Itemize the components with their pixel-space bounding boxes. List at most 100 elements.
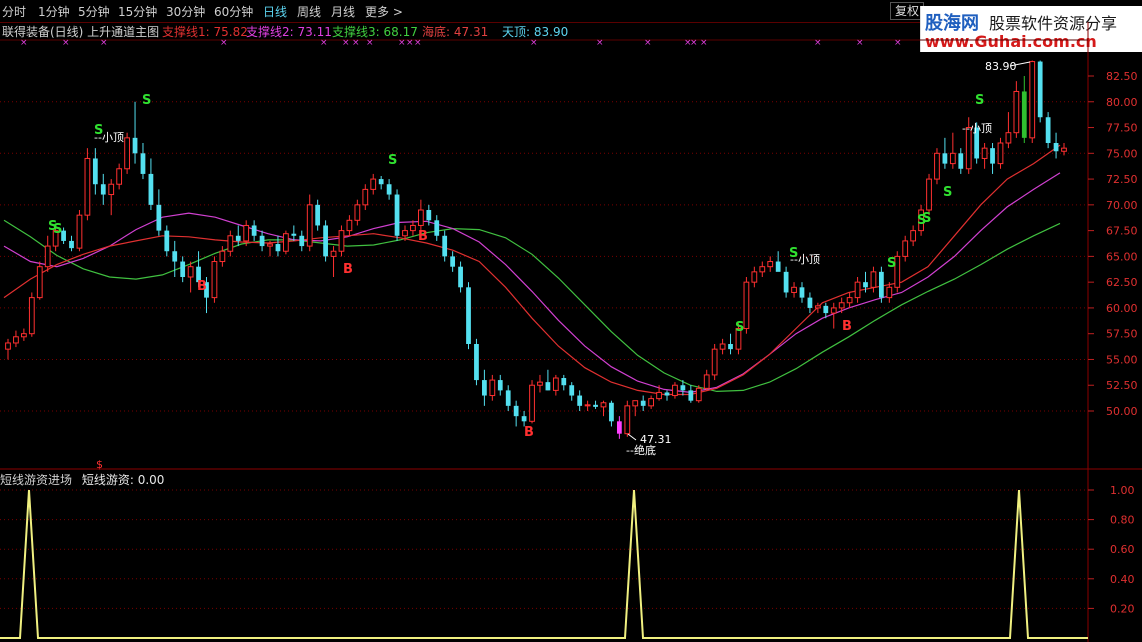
candle-body: [227, 235, 234, 252]
price-tick-label: 62.50: [1106, 276, 1138, 289]
candle-body: [28, 297, 35, 335]
candle-body: [759, 266, 766, 273]
indicator-header: 短线游资进场 短线游资: 0.00: [0, 471, 164, 488]
candle-body: [910, 230, 917, 242]
candle-body: [537, 381, 543, 386]
candle-body: [545, 382, 551, 391]
indicator-tick-label: 0.60: [1110, 543, 1135, 556]
price-tick-label: 82.50: [1106, 70, 1138, 83]
candle-body: [997, 142, 1004, 165]
candle-body: [346, 219, 353, 232]
candle-body: [315, 204, 321, 226]
candle-body: [140, 153, 146, 174]
sell-signal: S: [142, 93, 151, 108]
x-marker: ×: [320, 38, 328, 48]
candle-body: [767, 261, 774, 268]
candle-body: [458, 266, 463, 288]
candle-body: [219, 250, 226, 263]
candle-body: [672, 384, 678, 397]
candle-body: [814, 305, 821, 309]
candle-body: [442, 235, 448, 257]
candle-body: [569, 385, 575, 396]
candle-body: [949, 152, 956, 165]
dollar-mark: $: [96, 458, 103, 471]
candle-body: [370, 178, 377, 190]
candle-body: [830, 307, 837, 314]
candle-body: [680, 385, 686, 391]
candle-body: [243, 224, 250, 242]
support-line-1: [3, 144, 1061, 396]
price-tick-label: 75.00: [1106, 147, 1138, 160]
buy-signal: B: [842, 319, 852, 334]
candle-body: [879, 271, 884, 298]
candle-body: [719, 343, 726, 350]
x-marker: ×: [406, 38, 414, 48]
candle-body: [775, 261, 781, 272]
sky-top-label: 83.90: [985, 60, 1017, 73]
price-tick-label: 70.00: [1106, 199, 1138, 212]
candle-body: [338, 230, 345, 252]
candle-body: [854, 281, 861, 299]
candle-body: [306, 204, 313, 247]
candle-body: [561, 378, 567, 386]
candle-body: [410, 224, 416, 232]
candle-body: [323, 225, 328, 257]
candle-body: [251, 225, 257, 236]
candle-body: [656, 391, 662, 400]
x-marker: ×: [20, 38, 28, 48]
candle-body: [1029, 61, 1036, 139]
sell-signal: S: [943, 185, 952, 200]
candle-body: [275, 244, 281, 252]
candle-body: [299, 235, 305, 247]
candle-body: [283, 233, 289, 252]
x-marker: ×: [814, 38, 822, 48]
x-marker: ×: [398, 38, 406, 48]
buy-signal: B: [343, 262, 353, 277]
candle-body: [378, 179, 384, 185]
candle-body: [36, 266, 43, 299]
x-marker: ×: [644, 38, 652, 48]
candle-body: [1037, 61, 1043, 118]
small-top-text-1: --小顶: [94, 131, 124, 144]
candle-body: [1045, 117, 1051, 143]
x-marker: ×: [596, 38, 604, 48]
candle-body: [823, 305, 829, 314]
indicator-pane: 0.20 0.40 0.60 0.80 1.00: [0, 484, 1135, 639]
candle-body: [981, 147, 988, 159]
x-marker: ×: [856, 38, 864, 48]
sell-signal: S: [388, 153, 397, 168]
support-lines: [3, 144, 1061, 396]
candle-body: [235, 235, 241, 241]
candle-body: [934, 152, 940, 180]
sell-signal: S: [53, 222, 62, 237]
candle-body: [902, 240, 909, 257]
x-marker: ×: [352, 38, 360, 48]
sell-signal: S: [975, 93, 984, 108]
candle-body: [846, 297, 853, 304]
x-marker: ×: [530, 38, 538, 48]
candle-body: [783, 271, 789, 293]
indicator-tick-label: 1.00: [1110, 484, 1135, 497]
candle-body: [44, 245, 51, 268]
indicator-tick-label: 0.20: [1110, 602, 1135, 615]
candle-body: [402, 230, 408, 237]
candle-body: [743, 281, 750, 330]
sell-signal: S: [922, 211, 931, 226]
candle-body: [552, 377, 559, 391]
candle-body: [211, 261, 218, 299]
candle-body: [13, 336, 19, 344]
price-tick-label: 65.00: [1106, 250, 1138, 263]
candle-body: [5, 342, 11, 350]
price-tick-label: 57.50: [1106, 328, 1138, 341]
candle-body: [958, 153, 964, 169]
absolute-bottom-text: --绝底: [626, 443, 656, 457]
candle-body: [172, 251, 178, 262]
candle-body: [711, 348, 718, 376]
candle-body: [187, 266, 194, 278]
candle-body: [1053, 143, 1059, 152]
candle-body: [751, 271, 758, 283]
candle-body: [124, 137, 130, 170]
candle-body: [609, 402, 614, 422]
candle-body: [529, 384, 535, 422]
candle-body: [330, 250, 337, 257]
